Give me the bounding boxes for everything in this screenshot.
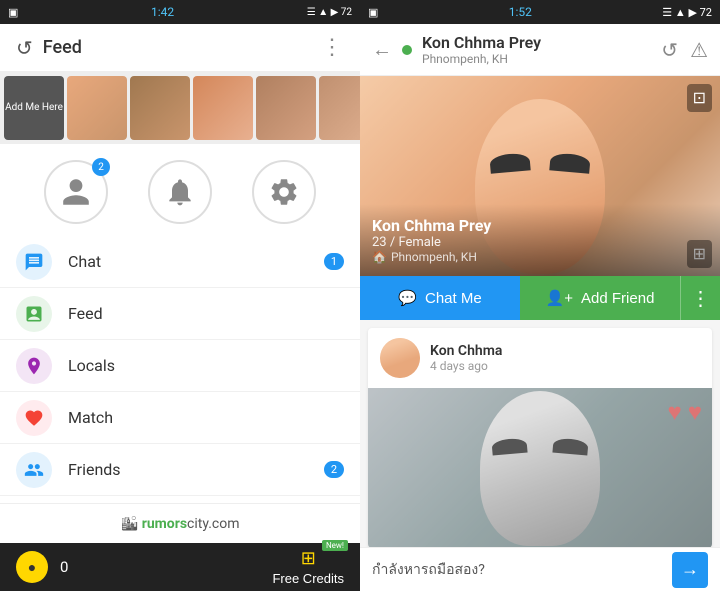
stories-row: Add Me Here xyxy=(0,72,360,144)
story-item-2[interactable] xyxy=(130,76,190,140)
status-bar-left-icon: ▣ xyxy=(8,6,18,19)
bottom-bar-left: ● 0 New! ⊞ Free Credits xyxy=(0,543,360,591)
friends-badge: 2 xyxy=(324,461,344,478)
online-indicator xyxy=(402,45,412,55)
post-header: Kon Chhma 4 days ago xyxy=(368,328,712,388)
status-bar-right-icon: ▣ xyxy=(368,6,378,19)
free-credits-label: Free Credits xyxy=(272,571,344,586)
sidebar-item-chat[interactable]: Chat 1 xyxy=(0,236,360,288)
page-title: Feed xyxy=(43,37,82,58)
story-item-3[interactable] xyxy=(193,76,253,140)
add-me-story[interactable]: Add Me Here xyxy=(4,76,64,140)
stack-icon: ⊞ xyxy=(301,548,316,569)
post-avatar-inner xyxy=(380,338,420,378)
locals-label: Locals xyxy=(68,356,344,375)
overlay-name: Kon Chhma Prey xyxy=(372,216,708,235)
free-credits-area[interactable]: New! ⊞ Free Credits xyxy=(272,548,344,586)
sidebar-item-feed[interactable]: Feed xyxy=(0,288,360,340)
refresh-icon[interactable]: ↺ xyxy=(16,36,33,60)
post-meta: Kon Chhma 4 days ago xyxy=(430,343,700,373)
time-right: 1:52 xyxy=(509,5,532,19)
settings-button[interactable] xyxy=(252,160,316,224)
sidebar-item-askme[interactable]: Ask Me 5 xyxy=(0,496,360,503)
chat-icon xyxy=(16,244,52,280)
sidebar-item-match[interactable]: Match xyxy=(0,392,360,444)
free-credits-button[interactable]: ⊞ Free Credits xyxy=(272,548,344,586)
post-user-name: Kon Chhma xyxy=(430,343,700,359)
add-friend-button[interactable]: 👤+ Add Friend xyxy=(520,276,680,320)
header-title-area: ↺ Feed xyxy=(16,36,82,60)
hearts-decoration: ♥ ♥ xyxy=(668,398,702,427)
story-item-4[interactable] xyxy=(256,76,316,140)
status-bar-right: ▣ 1:52 ☰ ▲ ▶ 72 xyxy=(360,0,720,24)
post-area: Kon Chhma 4 days ago ♥ ♥ xyxy=(360,320,720,547)
post-image[interactable]: ♥ ♥ xyxy=(368,388,712,547)
status-icons-right: ☰ ▲ ▶ 72 xyxy=(662,6,712,19)
header-right-icons: ↺ ⚠ xyxy=(661,38,708,62)
status-icons-left: ☰ ▲ ▶ 72 xyxy=(307,7,352,18)
action-more-button[interactable]: ⋮ xyxy=(680,276,720,320)
chat-me-label: Chat Me xyxy=(425,290,482,307)
friends-label: Friends xyxy=(68,460,324,479)
send-icon: → xyxy=(681,559,699,580)
chat-label: Chat xyxy=(68,252,324,271)
match-icon xyxy=(16,400,52,436)
sidebar-item-locals[interactable]: Locals xyxy=(0,340,360,392)
post-time: 4 days ago xyxy=(430,359,700,373)
profile-avatar-button[interactable]: 2 xyxy=(44,160,108,224)
chat-me-button[interactable]: 💬 Chat Me xyxy=(360,276,520,320)
sidebar-item-friends[interactable]: Friends 2 xyxy=(0,444,360,496)
header-right: ← Kon Chhma Prey Phnompenh, KH ↺ ⚠ xyxy=(360,24,720,76)
profile-name-header: Kon Chhma Prey xyxy=(422,33,651,52)
back-button[interactable]: ← xyxy=(372,37,392,62)
menu-list: Chat 1 Feed Locals xyxy=(0,236,360,503)
feed-icon xyxy=(16,296,52,332)
avatar-row: 2 xyxy=(0,144,360,236)
story-item-1[interactable] xyxy=(67,76,127,140)
post-avatar[interactable] xyxy=(380,338,420,378)
profile-photo-overlay: Kon Chhma Prey 23 / Female 🏠 Phnompenh, … xyxy=(360,204,720,276)
thai-text: กำลังหารถมือสอง? xyxy=(372,559,664,581)
chat-me-icon: 💬 xyxy=(398,289,417,307)
add-friend-label: Add Friend xyxy=(581,290,654,307)
send-button[interactable]: → xyxy=(672,552,708,588)
more-options-icon[interactable]: ⋮ xyxy=(321,35,344,60)
story-item-5[interactable] xyxy=(319,76,360,140)
friends-icon xyxy=(16,452,52,488)
overlay-location: 🏠 Phnompenh, KH xyxy=(372,250,708,264)
coin-icon: ● xyxy=(16,551,48,583)
status-bar-left: ▣ 1:42 ☰ ▲ ▶ 72 xyxy=(0,0,360,24)
action-buttons: 💬 Chat Me 👤+ Add Friend ⋮ xyxy=(360,276,720,320)
overlay-gender: Female xyxy=(398,235,440,250)
avatar-badge: 2 xyxy=(92,158,110,176)
overlay-location-text: Phnompenh, KH xyxy=(391,250,477,264)
profile-name-area: Kon Chhma Prey Phnompenh, KH xyxy=(422,33,651,66)
bottom-input-area: กำลังหารถมือสอง? → xyxy=(360,547,720,591)
post-card: Kon Chhma 4 days ago ♥ ♥ xyxy=(368,328,712,547)
header-left: ↺ Feed ⋮ xyxy=(0,24,360,72)
gallery-button[interactable]: ⊡ xyxy=(687,84,712,112)
overlay-age: 23 xyxy=(372,235,387,250)
profile-photo-area: ⊡ ⊞ Kon Chhma Prey 23 / Female 🏠 Phnompe… xyxy=(360,76,720,276)
chat-badge: 1 xyxy=(324,253,344,270)
right-panel: ▣ 1:52 ☰ ▲ ▶ 72 ← Kon Chhma Prey Phnompe… xyxy=(360,0,720,591)
new-badge: New! xyxy=(322,540,348,551)
profile-location-header: Phnompenh, KH xyxy=(422,52,651,66)
add-me-label: Add Me Here xyxy=(5,102,63,114)
refresh-icon-right[interactable]: ↺ xyxy=(661,38,678,62)
feed-label: Feed xyxy=(68,304,344,323)
left-panel: ▣ 1:42 ☰ ▲ ▶ 72 ↺ Feed ⋮ Add Me Here 2 xyxy=(0,0,360,591)
more-dots-icon: ⋮ xyxy=(691,286,711,311)
branding-area: 🏙 rumorscity.com xyxy=(0,503,360,543)
branding-text: 🏙 rumorscity.com xyxy=(120,516,239,532)
post-img-face xyxy=(480,391,600,546)
overlay-info: 23 / Female xyxy=(372,235,708,250)
locals-icon xyxy=(16,348,52,384)
time-left: 1:42 xyxy=(151,5,174,19)
alert-icon[interactable]: ⚠ xyxy=(690,38,708,62)
coin-count: 0 xyxy=(60,558,68,576)
match-label: Match xyxy=(68,408,344,427)
notifications-button[interactable] xyxy=(148,160,212,224)
add-friend-icon: 👤+ xyxy=(546,289,573,307)
